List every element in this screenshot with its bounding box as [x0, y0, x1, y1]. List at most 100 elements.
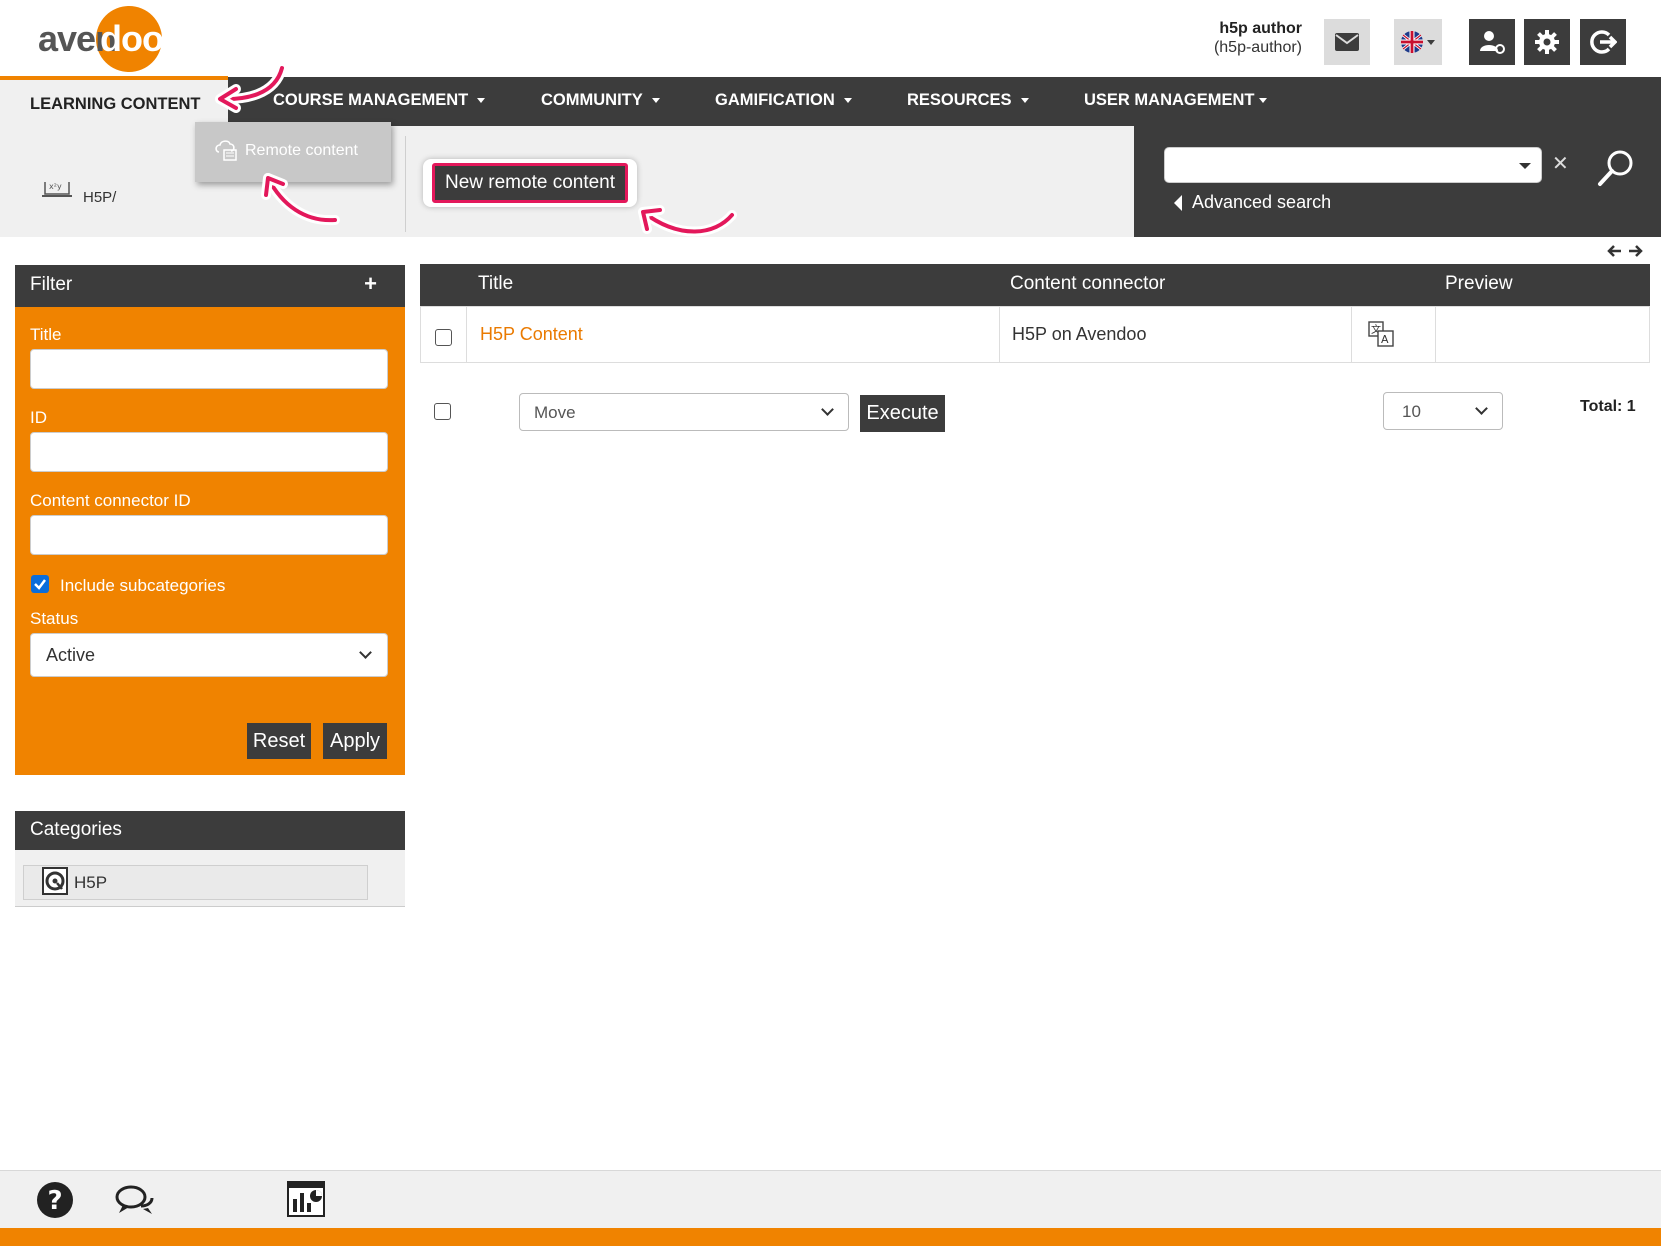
logo-text-right: doo [100, 18, 164, 59]
uk-flag-icon [1401, 31, 1435, 53]
svg-text:?: ? [47, 1186, 62, 1216]
search-icon[interactable] [1596, 148, 1636, 193]
checkmark-icon [34, 579, 46, 590]
triangle-left-icon [1174, 194, 1182, 211]
footer-accent-strip [0, 1228, 1661, 1246]
total-count: Total: 1 [1580, 398, 1636, 415]
column-content-connector[interactable]: Content connector [1010, 273, 1165, 295]
column-title[interactable]: Title [478, 273, 513, 295]
chevron-down-icon [1475, 402, 1488, 415]
help-icon[interactable]: ? [36, 1181, 74, 1224]
new-remote-content-button[interactable]: New remote content [423, 159, 638, 207]
nav-course-management[interactable]: COURSE MANAGEMENT [273, 77, 486, 126]
categories-header: Categories [15, 811, 405, 850]
caret-down-icon [1258, 98, 1267, 104]
include-subcategories-checkbox[interactable] [31, 575, 49, 593]
gear-icon [1535, 30, 1559, 54]
apply-button[interactable]: Apply [323, 723, 387, 759]
categories-panel: Categories H5P [15, 811, 405, 907]
user-login: (h5p-author) [1213, 39, 1302, 56]
category-label: H5P [74, 873, 108, 892]
connector-id-label: Content connector ID [30, 491, 191, 510]
column-preview: Preview [1445, 273, 1513, 294]
title-label: Title [30, 325, 62, 344]
category-item[interactable]: H5P [23, 865, 368, 900]
messages-button[interactable] [1324, 19, 1370, 65]
chat-icon[interactable] [115, 1184, 155, 1221]
bulk-action-value: Move [534, 403, 576, 422]
search-panel: ✕ Advanced search [1134, 126, 1661, 237]
switch-user-button[interactable] [1469, 19, 1515, 65]
main-nav: COURSE MANAGEMENT COMMUNITY GAMIFICATION… [0, 77, 1661, 126]
per-page-value: 10 [1402, 402, 1421, 421]
nav-gamification[interactable]: GAMIFICATION [715, 77, 852, 126]
nav-resources[interactable]: RESOURCES [907, 77, 1029, 126]
logout-icon [1590, 30, 1617, 54]
caret-down-icon [1020, 98, 1029, 104]
header: aven doo h5p author (h5p-author) [0, 0, 1661, 77]
row-checkbox[interactable] [435, 329, 452, 346]
caret-down-icon [651, 98, 660, 104]
chevron-down-icon [359, 646, 372, 659]
menu-item-remote-content[interactable]: Remote content [195, 122, 391, 182]
chevron-down-icon [821, 403, 834, 416]
table-header: Title Content connector Preview [420, 264, 1650, 306]
filter-header: Filter + [15, 265, 405, 307]
mail-icon [1335, 33, 1359, 51]
arrow-right-icon[interactable] [1627, 244, 1643, 258]
settings-button[interactable] [1524, 19, 1570, 65]
svg-text:A: A [1381, 333, 1389, 346]
footer: ? [0, 1170, 1661, 1228]
status-select[interactable]: Active [30, 633, 388, 677]
id-label: ID [30, 408, 47, 427]
nav-community[interactable]: COMMUNITY [541, 77, 660, 126]
arrow-left-icon[interactable] [1607, 244, 1623, 258]
row-select-cell [421, 307, 467, 362]
bulk-action-select[interactable]: Move [519, 393, 849, 431]
report-icon[interactable] [287, 1181, 325, 1222]
user-info: h5p author (h5p-author) [1214, 19, 1302, 57]
reset-button[interactable]: Reset [247, 723, 311, 759]
dropdown-triangle-icon [1519, 163, 1531, 169]
expand-filter-icon[interactable]: + [364, 271, 377, 297]
language-button[interactable] [1394, 19, 1442, 65]
caret-down-icon [843, 98, 852, 104]
user-name: h5p author [1219, 20, 1302, 37]
title-filter-input[interactable] [30, 349, 388, 389]
cloud-icon [215, 138, 239, 167]
logout-button[interactable] [1580, 19, 1626, 65]
id-filter-input[interactable] [30, 432, 388, 472]
select-all-checkbox[interactable] [434, 403, 451, 420]
breadcrumb-label[interactable]: H5P/ [83, 189, 116, 206]
advanced-search-link[interactable]: Advanced search [1174, 192, 1331, 213]
translate-icon[interactable]: 文A [1368, 321, 1394, 352]
status-value: Active [46, 645, 96, 665]
nav-label: GAMIFICATION [715, 91, 835, 109]
include-subcategories-label: Include subcategories [60, 576, 226, 595]
filter-panel: Filter + Title ID Content connector ID I… [15, 265, 405, 775]
content-title-link[interactable]: H5P Content [480, 324, 583, 345]
clear-search-icon[interactable]: ✕ [1552, 151, 1569, 176]
search-input[interactable] [1164, 147, 1542, 183]
categories-title: Categories [30, 819, 122, 840]
preview-cell [1436, 307, 1649, 362]
divider [405, 136, 406, 232]
per-page-select[interactable]: 10 [1383, 392, 1503, 430]
execute-button[interactable]: Execute [860, 395, 945, 432]
nav-label: COURSE MANAGEMENT [273, 91, 469, 109]
nav-user-management[interactable]: USER MANAGEMENT [1084, 77, 1267, 126]
connector-id-filter-input[interactable] [30, 515, 388, 555]
action-cell: 文A [1352, 307, 1436, 362]
avendoo-logo[interactable]: aven doo [36, 6, 171, 72]
advanced-search-label: Advanced search [1192, 192, 1332, 212]
status-label: Status [30, 609, 79, 628]
svg-text:x²y: x²y [49, 182, 62, 191]
button-label: New remote content [432, 163, 629, 203]
caret-down-icon [477, 98, 486, 104]
h5p-category-icon [42, 867, 68, 900]
filter-title: Filter [30, 274, 73, 295]
content-connector-value: H5P on Avendoo [1012, 324, 1147, 344]
nav-label: RESOURCES [907, 91, 1012, 109]
nav-learning-content[interactable]: LEARNING CONTENT [0, 76, 228, 182]
scroll-arrows[interactable] [1607, 244, 1643, 261]
